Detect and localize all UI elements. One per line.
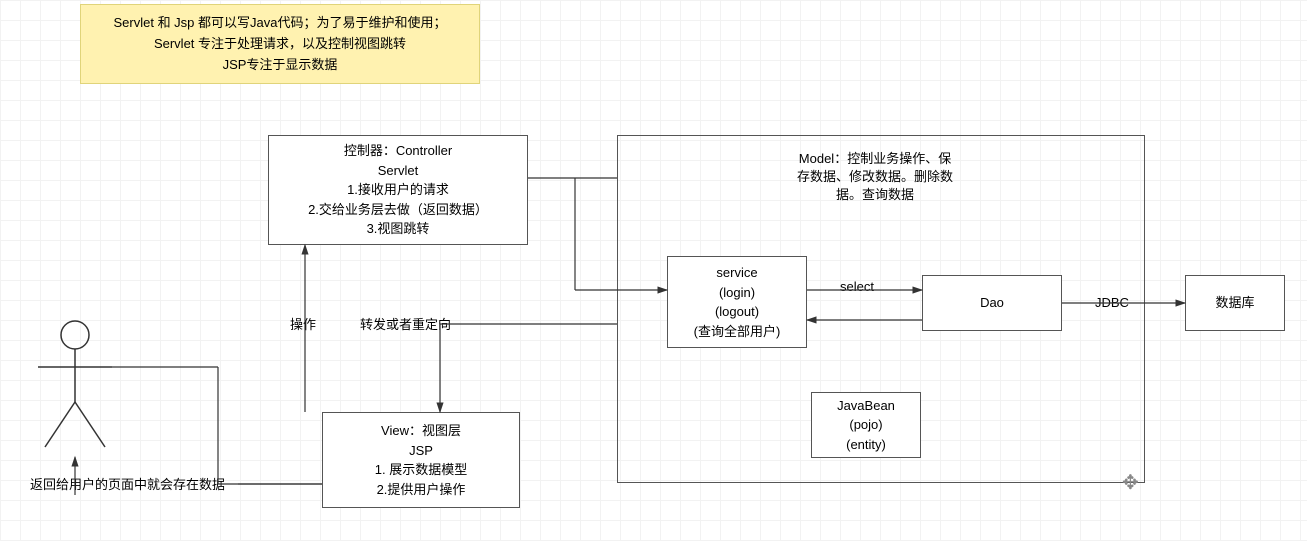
controller-title: 控制器：Controller xyxy=(344,141,452,161)
model-title-line: 存数据、修改数据。删除数 xyxy=(760,168,990,186)
javabean-box: JavaBean (pojo) (entity) xyxy=(811,392,921,458)
model-title: Model：控制业务操作、保 存数据、修改数据。删除数 据。查询数据 xyxy=(760,150,990,205)
stickman-icon xyxy=(30,317,120,457)
controller-sub: Servlet xyxy=(378,161,418,181)
user-actor xyxy=(30,317,120,460)
view-item: 1. 展示数据模型 xyxy=(375,460,467,480)
note-line: Servlet 专注于处理请求，以及控制视图跳转 xyxy=(95,34,465,55)
edge-jdbc-label: JDBC xyxy=(1095,294,1129,312)
edge-select-label: select xyxy=(840,278,874,296)
dao-box: Dao xyxy=(922,275,1062,331)
javabean-line: JavaBean xyxy=(837,396,895,416)
controller-box: 控制器：Controller Servlet 1.接收用户的请求 2.交给业务层… xyxy=(268,135,528,245)
service-box: service (login) (logout) (查询全部用户) xyxy=(667,256,807,348)
service-line: service xyxy=(716,263,757,283)
sticky-note: Servlet 和 Jsp 都可以写Java代码；为了易于维护和使用； Serv… xyxy=(80,4,480,84)
view-item: 2.提供用户操作 xyxy=(377,480,466,500)
controller-item: 1.接收用户的请求 xyxy=(347,180,449,200)
view-box: View：视图层 JSP 1. 展示数据模型 2.提供用户操作 xyxy=(322,412,520,508)
service-line: (查询全部用户) xyxy=(694,322,781,342)
database-box: 数据库 xyxy=(1185,275,1285,331)
edge-forward-label: 转发或者重定向 xyxy=(360,316,451,334)
service-line: (logout) xyxy=(715,302,759,322)
model-title-line: Model：控制业务操作、保 xyxy=(760,150,990,168)
view-title: View：视图层 xyxy=(381,421,461,441)
edge-return-label: 返回给用户的页面中就会存在数据 xyxy=(30,476,225,494)
model-title-line: 据。查询数据 xyxy=(760,186,990,204)
view-sub: JSP xyxy=(409,441,433,461)
javabean-line: (entity) xyxy=(846,435,886,455)
javabean-line: (pojo) xyxy=(849,415,882,435)
move-cursor-icon: ✥ xyxy=(1122,470,1139,495)
controller-item: 2.交给业务层去做（返回数据） xyxy=(308,200,488,220)
note-line: Servlet 和 Jsp 都可以写Java代码；为了易于维护和使用； xyxy=(95,13,465,34)
edge-operate-label: 操作 xyxy=(290,316,316,334)
controller-item: 3.视图跳转 xyxy=(367,219,430,239)
service-line: (login) xyxy=(719,283,755,303)
note-line: JSP专注于显示数据 xyxy=(95,55,465,76)
database-label: 数据库 xyxy=(1215,293,1254,313)
dao-label: Dao xyxy=(980,293,1004,313)
